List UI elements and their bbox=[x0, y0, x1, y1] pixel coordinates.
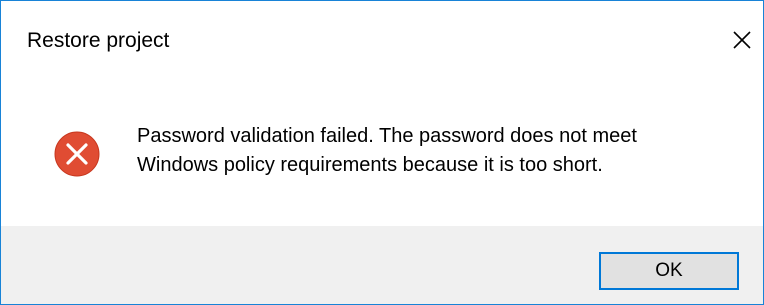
title-bar: Restore project bbox=[1, 1, 763, 86]
dialog-title: Restore project bbox=[27, 29, 170, 52]
ok-button-label: OK bbox=[655, 260, 683, 281]
dialog-content: Password validation failed. The password… bbox=[1, 86, 763, 226]
error-icon bbox=[53, 130, 101, 178]
error-message: Password validation failed. The password… bbox=[137, 125, 637, 176]
button-bar: OK bbox=[1, 226, 763, 304]
restore-project-dialog: Restore project Password validation fail… bbox=[0, 0, 764, 305]
close-icon bbox=[733, 31, 751, 49]
ok-button[interactable]: OK bbox=[599, 252, 739, 290]
close-button[interactable] bbox=[727, 25, 757, 55]
